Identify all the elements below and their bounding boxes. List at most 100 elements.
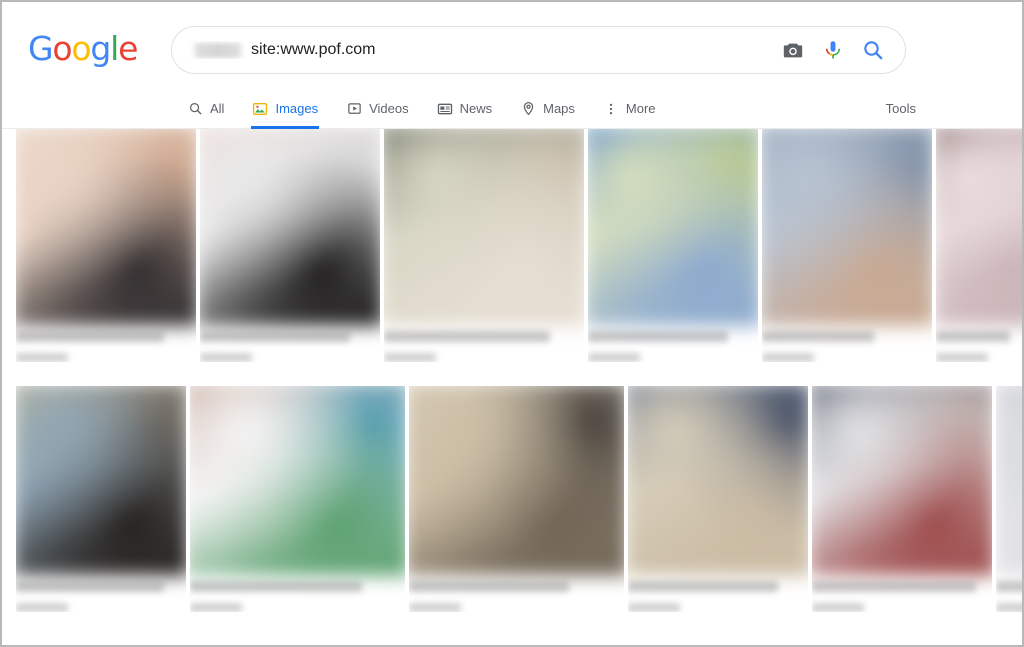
result-caption[interactable] [588,322,758,362]
result-thumbnail[interactable] [936,129,1022,326]
video-icon [346,101,362,117]
news-icon [437,101,453,117]
result-domain-redacted [936,353,988,362]
thumbnail-image [936,129,1022,326]
thumbnail-image [762,129,932,326]
tab-videos-label: Videos [369,101,409,116]
result-caption[interactable] [190,572,405,612]
tab-all-label: All [210,101,225,116]
tab-news-label: News [459,101,493,116]
result-thumbnail[interactable] [409,386,624,576]
image-result-tile[interactable] [588,129,758,362]
result-caption[interactable] [628,572,808,612]
result-thumbnail[interactable] [628,386,808,576]
result-domain-redacted [16,603,68,612]
result-domain-redacted [190,603,242,612]
result-domain-redacted [996,603,1022,612]
logo-letter-5: l [110,29,119,68]
image-result-tile[interactable] [628,386,808,612]
result-thumbnail[interactable] [996,386,1022,576]
more-icon [603,101,619,117]
result-caption[interactable] [409,572,624,612]
result-thumbnail[interactable] [812,386,992,576]
microphone-icon[interactable] [821,38,845,62]
nav-tabs: All Images Videos News Maps More [187,88,656,129]
image-result-tile[interactable] [936,129,1022,362]
result-thumbnail[interactable] [16,386,186,576]
tab-images[interactable]: Images [251,88,319,129]
result-thumbnail[interactable] [762,129,932,326]
thumbnail-image [16,129,196,326]
result-title-redacted [588,331,728,342]
redacted-query-term [192,42,244,58]
logo-letter-6: e [118,29,138,68]
search-icon[interactable] [861,38,885,62]
search-input[interactable]: site:www.pof.com [172,41,781,59]
tab-more-label: More [625,101,656,116]
result-domain-redacted [628,603,680,612]
result-thumbnail[interactable] [190,386,405,576]
image-result-tile[interactable] [409,386,624,612]
result-title-redacted [200,331,350,342]
image-results-grid [2,129,1022,645]
result-thumbnail[interactable] [16,129,196,326]
result-domain-redacted [384,353,436,362]
result-caption[interactable] [812,572,992,612]
search-bar[interactable]: site:www.pof.com [171,26,906,74]
logo-letter-4: g [90,29,111,68]
thumbnail-image [996,386,1022,576]
image-result-tile[interactable] [190,386,405,612]
result-title-redacted [936,331,1010,342]
result-thumbnail[interactable] [200,129,380,326]
thumbnail-image [588,129,758,326]
result-domain-redacted [16,353,68,362]
result-title-redacted [996,581,1022,592]
result-caption[interactable] [200,322,380,362]
image-result-tile[interactable] [762,129,932,362]
thumbnail-image [812,386,992,576]
tab-maps[interactable]: Maps [520,88,575,129]
image-result-tile[interactable] [200,129,380,362]
search-header: Google site:www.pof.com [2,2,1022,88]
camera-icon[interactable] [781,38,805,62]
result-caption[interactable] [16,322,196,362]
result-title-redacted [812,581,976,592]
result-title-redacted [190,581,362,592]
tab-more[interactable]: More [603,88,656,129]
result-title-redacted [409,581,569,592]
image-result-tile[interactable] [812,386,992,612]
thumbnail-image [384,129,584,326]
search-query-text: site:www.pof.com [251,41,376,58]
result-caption[interactable] [384,322,584,362]
tools-button[interactable]: Tools [886,88,916,129]
image-result-tile[interactable] [16,129,196,362]
logo-letter-1: G [28,29,54,68]
result-caption[interactable] [996,572,1022,612]
image-result-tile[interactable] [384,129,584,362]
thumbnail-image [628,386,808,576]
tab-news[interactable]: News [437,88,493,129]
result-domain-redacted [200,353,252,362]
result-title-redacted [16,331,164,342]
thumbnail-image [190,386,405,576]
image-result-tile[interactable] [16,386,186,612]
result-thumbnail[interactable] [588,129,758,326]
result-caption[interactable] [936,322,1022,362]
result-thumbnail[interactable] [384,129,584,326]
result-title-redacted [16,581,164,592]
tools-button-label: Tools [885,101,916,116]
thumbnail-image [16,386,186,576]
image-result-tile[interactable] [996,386,1022,612]
browser-page: Google site:www.pof.com All Images Video… [0,0,1024,647]
search-nav-bar: All Images Videos News Maps More Tools [2,88,1022,129]
result-caption[interactable] [16,572,186,612]
result-title-redacted [628,581,778,592]
google-logo[interactable]: Google [28,29,138,68]
result-caption[interactable] [762,322,932,362]
tab-all[interactable]: All [187,88,224,129]
result-domain-redacted [812,603,864,612]
tab-videos[interactable]: Videos [346,88,409,129]
tab-images-label: Images [275,101,319,116]
search-icon [187,101,203,117]
result-domain-redacted [588,353,640,362]
